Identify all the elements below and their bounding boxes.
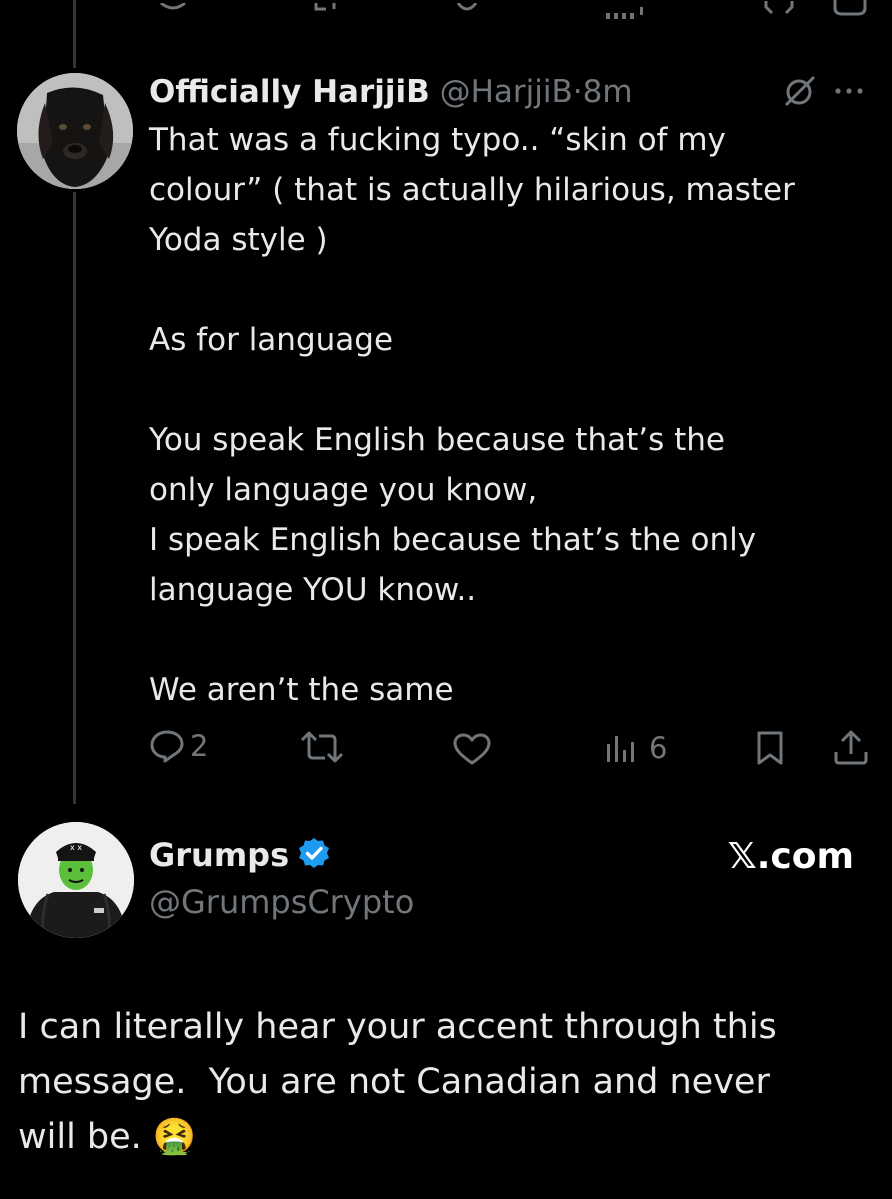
like-icon[interactable] — [452, 0, 482, 19]
share-button[interactable] — [832, 728, 870, 766]
repost-icon — [300, 731, 344, 763]
view-count: 6 — [649, 731, 668, 765]
views-button[interactable]: 6 — [605, 730, 667, 766]
svg-text:x x: x x — [70, 843, 82, 852]
reply-icon[interactable] — [158, 0, 188, 19]
tweet-body: That was a fucking typo.. “skin of my co… — [149, 122, 795, 708]
reply-tweet[interactable]: Officially HarjjiB @HarjjiB·8m That was … — [0, 60, 892, 800]
repost-button[interactable] — [299, 730, 345, 764]
bookmark-icon[interactable] — [762, 0, 796, 19]
bookmark-icon — [757, 731, 783, 765]
avatar[interactable] — [17, 73, 133, 189]
reply-icon — [150, 730, 184, 763]
grok-icon[interactable] — [782, 73, 818, 113]
grumps-avatar-image: x x — [18, 822, 134, 938]
repost-icon[interactable] — [312, 0, 342, 19]
x-watermark: 𝕏.com — [727, 836, 854, 877]
reply-count: 2 — [190, 729, 209, 763]
thread-line-top — [73, 0, 76, 68]
display-name[interactable]: Officially HarjjiB — [149, 74, 430, 110]
more-options-icon[interactable] — [832, 82, 868, 101]
quoted-name-row: Grumps — [149, 832, 331, 878]
quoted-account: x x Grumps @GrumpsCrypto 𝕏.com — [0, 810, 892, 940]
verified-badge-icon — [297, 836, 331, 874]
dog-avatar-image — [17, 73, 133, 189]
bookmark-button[interactable] — [755, 730, 785, 766]
avatar[interactable]: x x — [18, 822, 134, 938]
separator: · — [572, 74, 583, 110]
top-action-row — [0, 0, 892, 20]
like-button[interactable] — [452, 732, 492, 766]
share-icon — [834, 730, 868, 765]
timestamp[interactable]: 8m — [583, 74, 633, 110]
main-message: I can literally hear your accent through… — [18, 1007, 777, 1157]
tweet-header: Officially HarjjiB @HarjjiB·8m — [149, 70, 709, 114]
views-icon — [607, 736, 634, 762]
reply-button[interactable]: 2 — [148, 727, 208, 765]
handle[interactable]: @HarjjiB — [440, 74, 573, 110]
handle[interactable]: @GrumpsCrypto — [149, 880, 414, 924]
display-name[interactable]: Grumps — [149, 836, 289, 874]
share-icon[interactable] — [832, 0, 868, 22]
views-icon[interactable] — [606, 4, 646, 23]
like-icon — [453, 733, 491, 765]
